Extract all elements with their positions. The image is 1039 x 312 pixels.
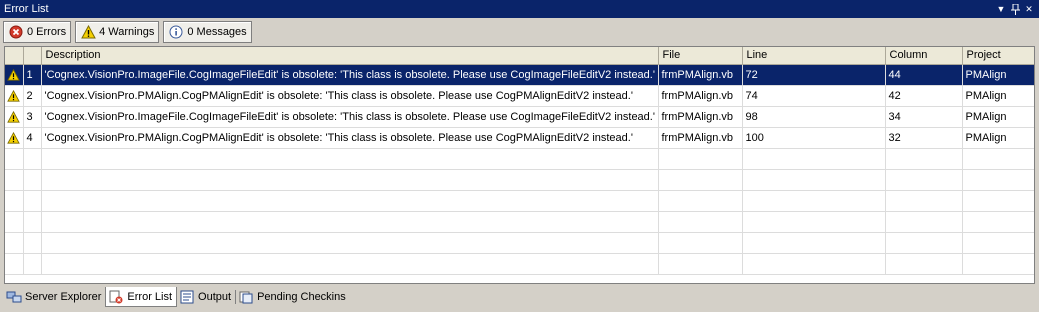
server-explorer-icon (6, 289, 22, 305)
row-description: 'Cognex.VisionPro.PMAlign.CogPMAlignEdit… (41, 85, 659, 107)
warning-icon (5, 64, 24, 86)
row-column: 34 (885, 106, 963, 128)
info-icon (168, 24, 184, 40)
row-file: frmPMAlign.vb (658, 64, 743, 86)
row-file: frmPMAlign.vb (658, 106, 743, 128)
error-icon (8, 24, 24, 40)
column-header-description[interactable]: Description (41, 47, 659, 65)
warning-icon (5, 85, 24, 107)
tab-error-list[interactable]: Error List (105, 287, 178, 307)
dropdown-arrow-icon[interactable]: ▼ (995, 2, 1007, 16)
empty-row (5, 232, 1034, 254)
pending-checkins-icon (238, 289, 254, 305)
tab-pending-checkins[interactable]: Pending Checkins (236, 287, 350, 307)
tab-pending-checkins-label: Pending Checkins (257, 291, 346, 303)
error-list-grid: Description File Line Column Project 1 '… (4, 46, 1035, 284)
tab-output-label: Output (198, 291, 232, 303)
column-header-line[interactable]: Line (742, 47, 886, 65)
row-description: 'Cognex.VisionPro.PMAlign.CogPMAlignEdit… (41, 127, 659, 149)
output-icon (179, 289, 195, 305)
tab-server-explorer-label: Server Explorer (25, 291, 102, 303)
row-line: 100 (742, 127, 886, 149)
row-number: 2 (23, 85, 42, 107)
column-header-column[interactable]: Column (885, 47, 963, 65)
column-header-number[interactable] (23, 47, 42, 65)
warnings-filter-button[interactable]: 4 Warnings (75, 21, 160, 43)
row-column: 42 (885, 85, 963, 107)
errors-filter-button[interactable]: 0 Errors (3, 21, 72, 43)
warnings-filter-label: 4 Warnings (99, 26, 155, 38)
warning-icon (5, 127, 24, 149)
row-number: 4 (23, 127, 42, 149)
column-header-icon[interactable] (5, 47, 24, 65)
bottom-tab-strip: Server Explorer Error List Output Pendin… (4, 287, 350, 307)
empty-row (5, 190, 1034, 212)
error-list-icon (108, 289, 124, 305)
row-description: 'Cognex.VisionPro.ImageFile.CogImageFile… (41, 64, 659, 86)
row-project: PMAlign (962, 106, 1034, 128)
row-line: 98 (742, 106, 886, 128)
empty-row (5, 211, 1034, 233)
empty-row (5, 169, 1034, 191)
table-row[interactable]: 3 'Cognex.VisionPro.ImageFile.CogImageFi… (5, 106, 1034, 128)
empty-row (5, 148, 1034, 170)
tab-server-explorer[interactable]: Server Explorer (4, 287, 105, 307)
row-line: 72 (742, 64, 886, 86)
empty-row (5, 253, 1034, 275)
messages-filter-button[interactable]: 0 Messages (163, 21, 252, 43)
row-description: 'Cognex.VisionPro.ImageFile.CogImageFile… (41, 106, 659, 128)
tab-error-list-label: Error List (127, 290, 173, 303)
column-header-project[interactable]: Project (962, 47, 1034, 65)
row-project: PMAlign (962, 127, 1034, 149)
warning-icon (80, 24, 96, 40)
window-title: Error List (4, 3, 49, 15)
table-row[interactable]: 1 'Cognex.VisionPro.ImageFile.CogImageFi… (5, 64, 1034, 86)
row-column: 32 (885, 127, 963, 149)
window-titlebar: Error List ▼ ✕ (0, 0, 1039, 18)
close-icon[interactable]: ✕ (1023, 2, 1035, 16)
row-file: frmPMAlign.vb (658, 85, 743, 107)
row-line: 74 (742, 85, 886, 107)
table-header-row: Description File Line Column Project (5, 47, 1034, 65)
filter-toolbar: 0 Errors 4 Warnings 0 Messages (3, 20, 252, 44)
row-column: 44 (885, 64, 963, 86)
errors-filter-label: 0 Errors (27, 26, 67, 38)
messages-filter-label: 0 Messages (187, 26, 247, 38)
table-row[interactable]: 4 'Cognex.VisionPro.PMAlign.CogPMAlignEd… (5, 127, 1034, 149)
tab-output[interactable]: Output (177, 287, 235, 307)
row-file: frmPMAlign.vb (658, 127, 743, 149)
warning-icon (5, 106, 24, 128)
row-number: 3 (23, 106, 42, 128)
row-number: 1 (23, 64, 42, 86)
row-project: PMAlign (962, 85, 1034, 107)
column-header-file[interactable]: File (658, 47, 743, 65)
pin-icon[interactable] (1009, 2, 1021, 16)
row-project: PMAlign (962, 64, 1034, 86)
table-row[interactable]: 2 'Cognex.VisionPro.PMAlign.CogPMAlignEd… (5, 85, 1034, 107)
